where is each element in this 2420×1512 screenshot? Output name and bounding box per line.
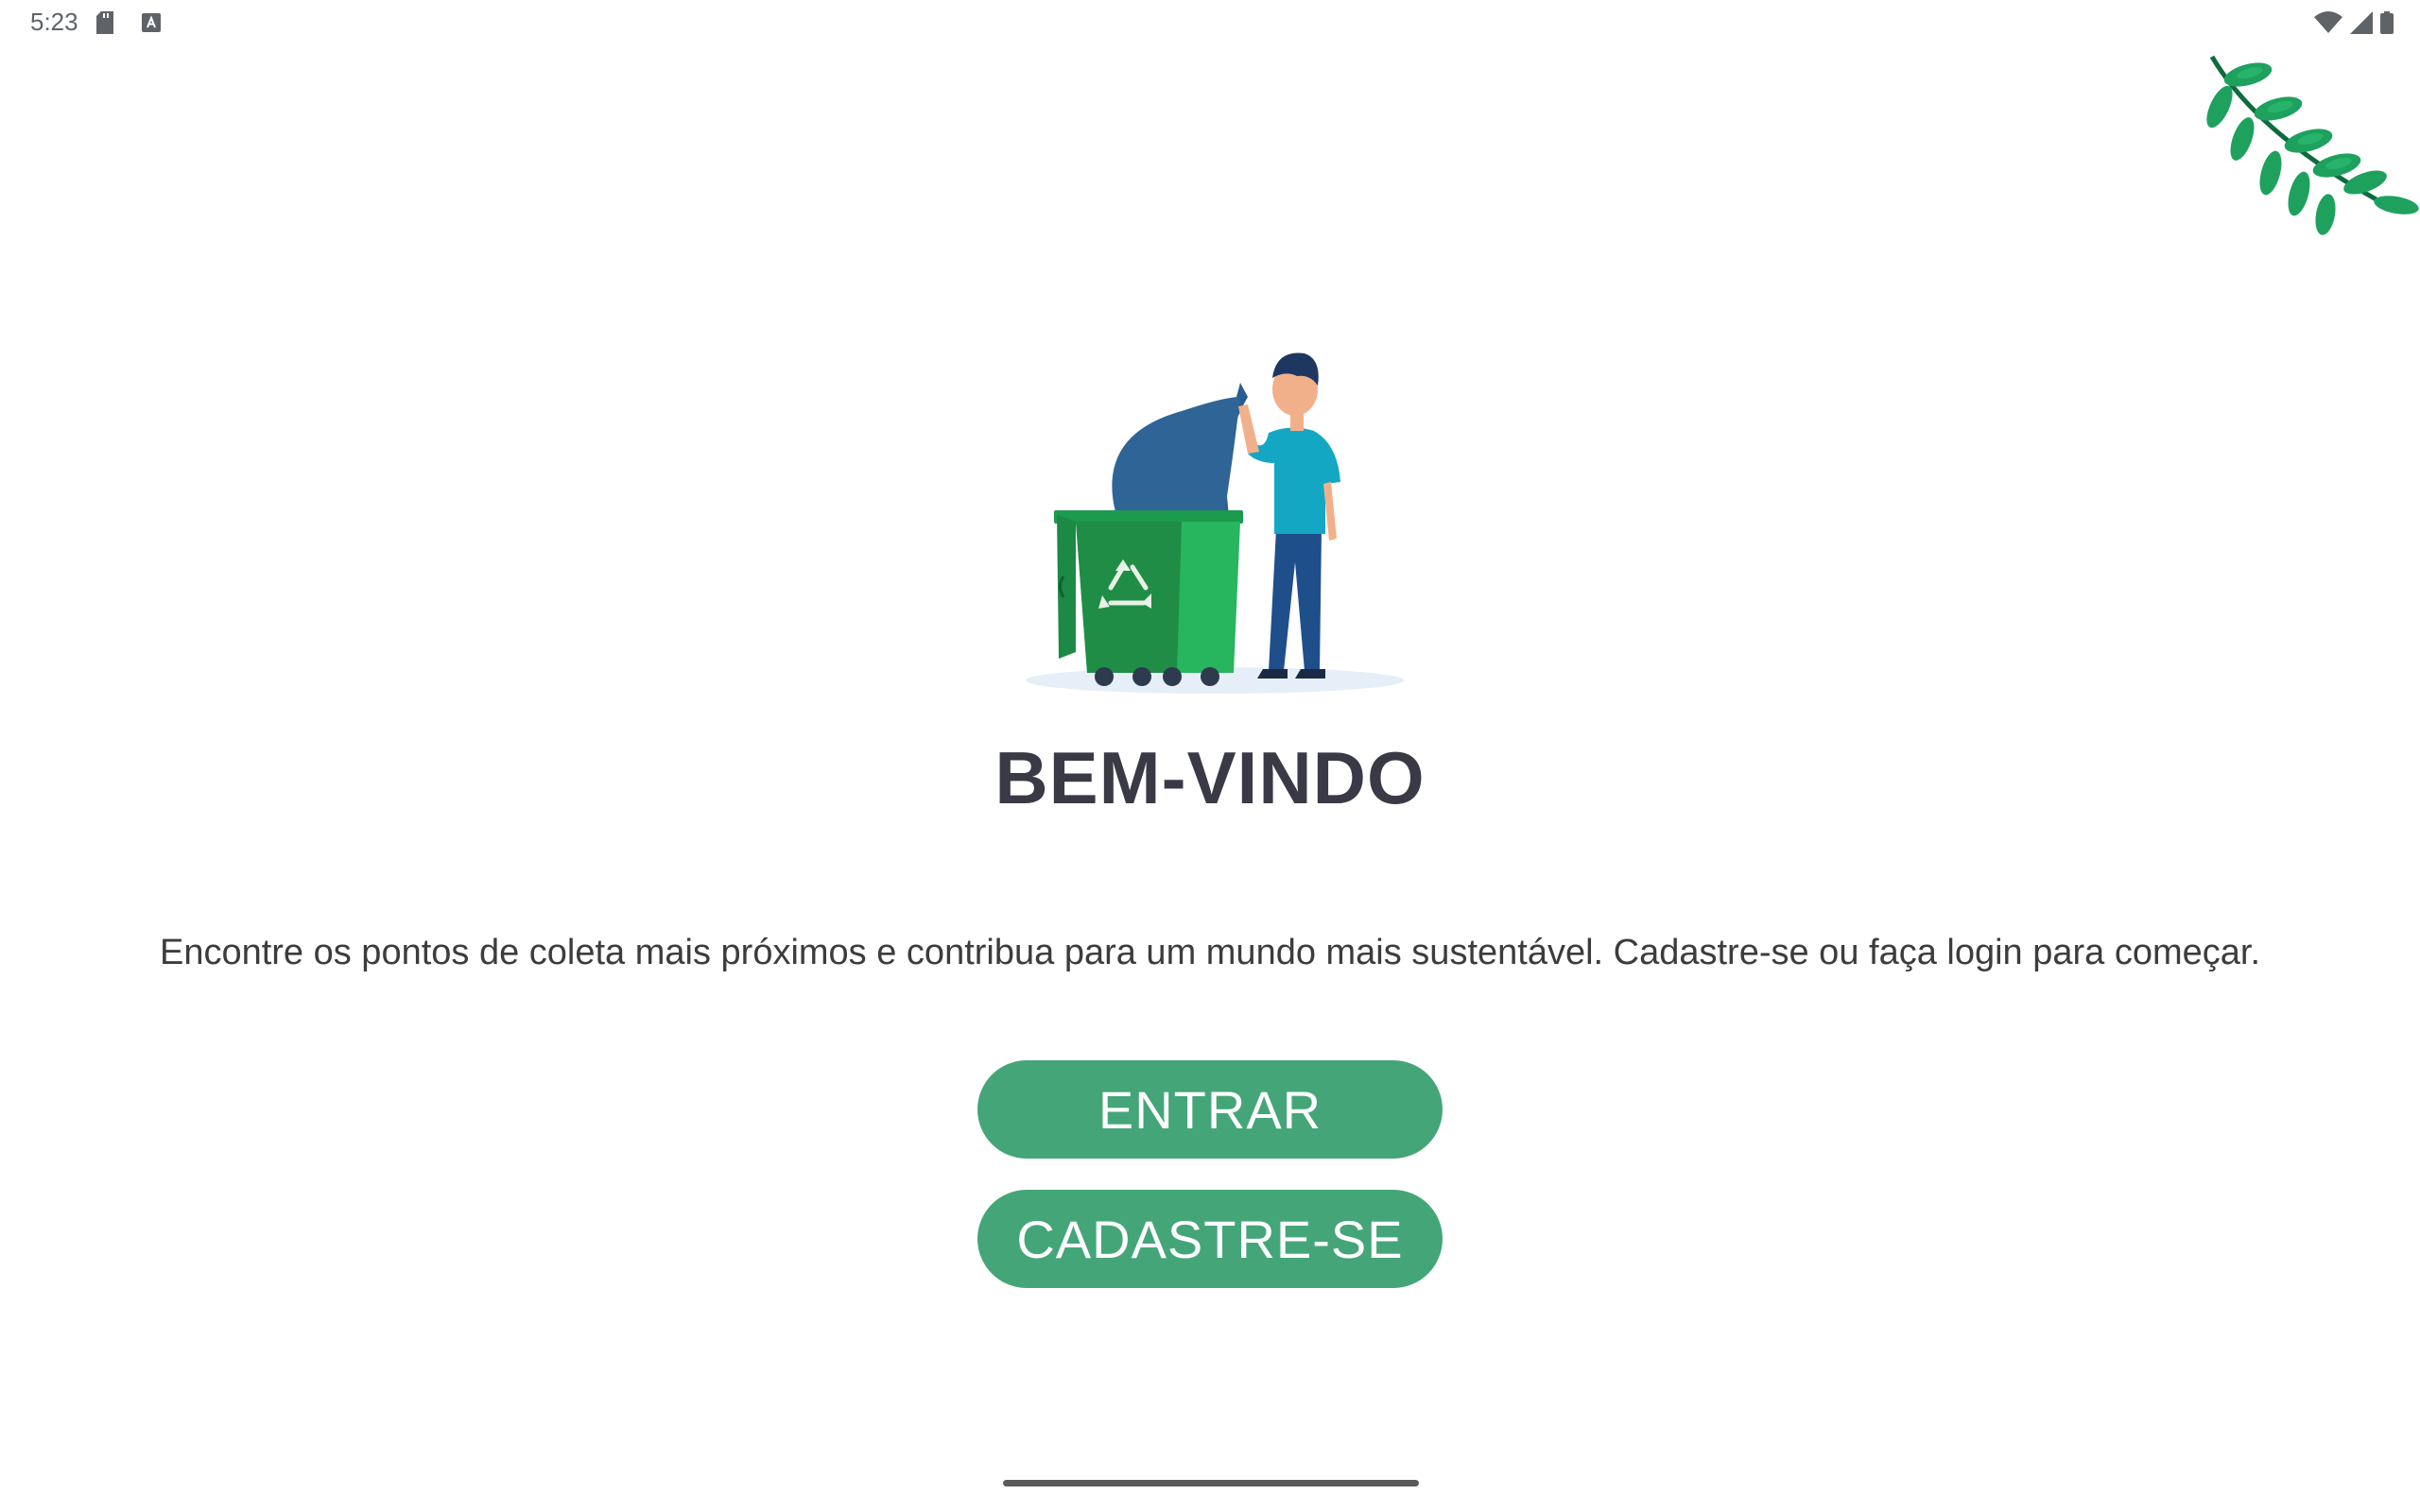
page-title: BEM-VINDO [994,736,1426,819]
home-indicator[interactable] [1003,1480,1419,1486]
recycling-illustration [1026,352,1404,694]
battery-icon [2380,11,2394,34]
status-bar: 5:23 [0,0,2420,45]
leaves-decoration-icon [2206,55,2419,235]
welcome-screen: 5:23 BEM-VINDO Encontre os pontos de col… [0,0,2420,1512]
status-icons-right [2314,11,2394,34]
login-button[interactable]: ENTRAR [977,1060,1443,1159]
signup-button[interactable]: CADASTRE-SE [977,1190,1443,1288]
status-time: 5:23 [30,8,78,36]
accessibility-a-icon [142,13,161,32]
signal-icon [2350,11,2373,34]
welcome-description: Encontre os pontos de coleta mais próxim… [159,933,2261,972]
sd-card-icon [96,11,113,34]
wifi-icon [2314,11,2342,33]
